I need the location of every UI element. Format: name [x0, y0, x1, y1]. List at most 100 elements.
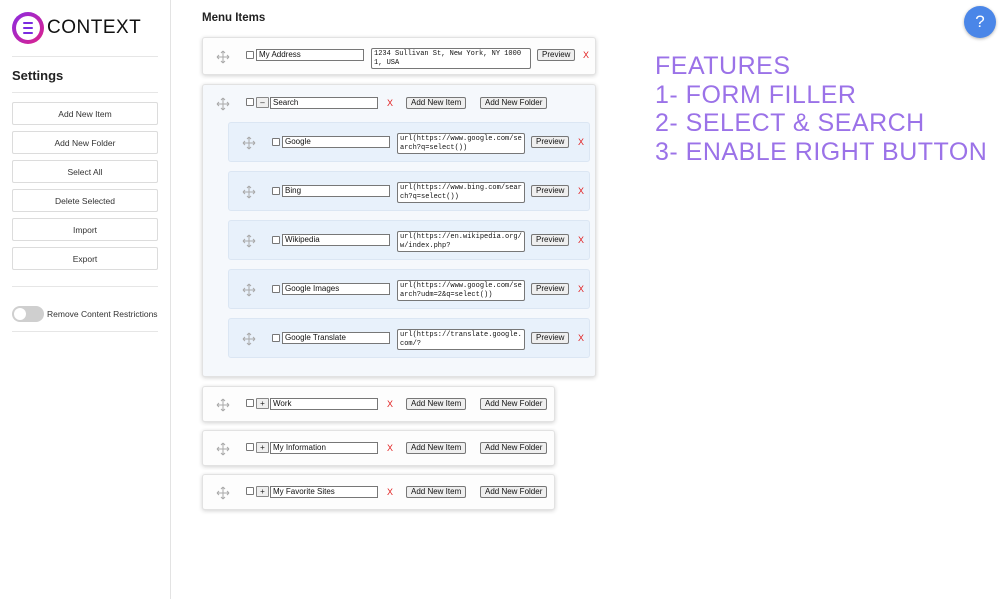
item-name-input[interactable]: Google Images [282, 283, 390, 295]
expand-folder-button[interactable]: + [256, 398, 269, 409]
delete-item-button[interactable]: X [578, 284, 584, 294]
feature-line: 1- FORM FILLER [655, 80, 857, 109]
drag-handle-icon[interactable] [242, 283, 256, 297]
folder-checkbox[interactable] [246, 399, 254, 407]
item-checkbox[interactable] [272, 187, 280, 195]
menu-item-card: Wikipedia url(https://en.wikipedia.org/w… [228, 220, 590, 260]
import-button[interactable]: Import [12, 218, 158, 241]
folder-name-input[interactable]: Work [270, 398, 378, 410]
menu-item-card: Google Translate url(https://translate.g… [228, 318, 590, 358]
add-new-folder-button[interactable]: Add New Folder [480, 442, 548, 454]
folder-checkbox[interactable] [246, 443, 254, 451]
add-new-item-button[interactable]: Add New Item [12, 102, 158, 125]
drag-handle-icon[interactable] [242, 136, 256, 150]
item-value-textarea[interactable]: url(https://en.wikipedia.org/w/index.php… [397, 231, 525, 252]
item-value-textarea[interactable]: url(https://www.google.com/search?q=sele… [397, 133, 525, 154]
expand-folder-button[interactable]: + [256, 486, 269, 497]
add-new-folder-button[interactable]: Add New Folder [12, 131, 158, 154]
item-name-input[interactable]: Google [282, 136, 390, 148]
delete-folder-button[interactable]: X [387, 98, 393, 108]
drag-handle-icon[interactable] [242, 332, 256, 346]
folder-name-input[interactable]: Search [270, 97, 378, 109]
item-name-input[interactable]: Google Translate [282, 332, 390, 344]
item-name-input[interactable]: Wikipedia [282, 234, 390, 246]
preview-button[interactable]: Preview [531, 234, 570, 246]
content-restrictions-row: Remove Content Restrictions [12, 306, 158, 322]
delete-item-button[interactable]: X [578, 235, 584, 245]
drag-handle-icon[interactable] [216, 50, 230, 64]
item-value-textarea[interactable]: url(https://translate.google.com/? [397, 329, 525, 350]
add-new-folder-button[interactable]: Add New Folder [480, 398, 548, 410]
app-logo: CONTEXT [12, 12, 141, 44]
select-all-button[interactable]: Select All [12, 160, 158, 183]
folder-card: – Search X Add New Item Add New Folder G… [202, 84, 596, 377]
folder-name-input[interactable]: My Favorite Sites [270, 486, 378, 498]
delete-folder-button[interactable]: X [387, 399, 393, 409]
collapse-folder-button[interactable]: – [256, 97, 269, 108]
add-new-folder-button[interactable]: Add New Folder [480, 97, 548, 109]
delete-item-button[interactable]: X [578, 333, 584, 343]
drag-handle-icon[interactable] [242, 234, 256, 248]
menu-items-title: Menu Items [202, 12, 266, 24]
menu-item-card: Bing url(https://www.bing.com/search?q=s… [228, 171, 590, 211]
delete-item-button[interactable]: X [578, 137, 584, 147]
feature-line: 3- ENABLE RIGHT BUTTON [655, 138, 988, 167]
expand-folder-button[interactable]: + [256, 442, 269, 453]
question-icon: ? [975, 12, 985, 31]
item-checkbox[interactable] [272, 236, 280, 244]
drag-handle-icon[interactable] [216, 398, 230, 412]
settings-title: Settings [12, 68, 64, 83]
item-checkbox[interactable] [272, 285, 280, 293]
drag-handle-icon[interactable] [216, 97, 230, 111]
drag-handle-icon[interactable] [242, 185, 256, 199]
help-button[interactable]: ? [964, 6, 996, 38]
delete-folder-button[interactable]: X [387, 487, 393, 497]
content-restrictions-label: Remove Content Restrictions [47, 309, 158, 319]
item-value-textarea[interactable]: url(https://www.google.com/search?udm=2&… [397, 280, 525, 301]
menu-item-card: Google Images url(https://www.google.com… [228, 269, 590, 309]
context-logo-icon [12, 12, 44, 44]
preview-button[interactable]: Preview [531, 283, 570, 295]
preview-button[interactable]: Preview [531, 185, 570, 197]
logo-text: CONTEXT [47, 17, 142, 38]
drag-handle-icon[interactable] [216, 486, 230, 500]
delete-item-button[interactable]: X [583, 50, 589, 60]
preview-button[interactable]: Preview [537, 49, 576, 61]
preview-button[interactable]: Preview [531, 332, 570, 344]
features-heading: FEATURES [655, 52, 791, 80]
item-value-textarea[interactable]: 1234 Sullivan St, New York, NY 10001, US… [371, 48, 531, 69]
menu-item-card: Google url(https://www.google.com/search… [228, 122, 590, 162]
divider [12, 331, 158, 332]
content-restrictions-toggle[interactable] [12, 306, 44, 322]
item-checkbox[interactable] [272, 334, 280, 342]
features-promo: FEATURES 1- FORM FILLER 2- SELECT & SEAR… [655, 52, 987, 167]
feature-line: 2- SELECT & SEARCH [655, 109, 925, 138]
item-checkbox[interactable] [272, 138, 280, 146]
preview-button[interactable]: Preview [531, 136, 570, 148]
folder-card: + My Information X Add New Item Add New … [202, 430, 555, 466]
folder-card: + Work X Add New Item Add New Folder [202, 386, 555, 422]
divider [12, 92, 158, 93]
item-checkbox[interactable] [246, 51, 254, 59]
add-new-folder-button[interactable]: Add New Folder [480, 486, 548, 498]
add-new-item-button[interactable]: Add New Item [406, 97, 467, 109]
folder-card: + My Favorite Sites X Add New Item Add N… [202, 474, 555, 510]
add-new-item-button[interactable]: Add New Item [406, 442, 467, 454]
divider [12, 286, 158, 287]
item-name-input[interactable]: Bing [282, 185, 390, 197]
item-name-input[interactable]: My Address [256, 49, 364, 61]
folder-name-input[interactable]: My Information [270, 442, 378, 454]
drag-handle-icon[interactable] [216, 442, 230, 456]
delete-item-button[interactable]: X [578, 186, 584, 196]
export-button[interactable]: Export [12, 247, 158, 270]
folder-checkbox[interactable] [246, 98, 254, 106]
divider [12, 56, 158, 57]
delete-selected-button[interactable]: Delete Selected [12, 189, 158, 212]
add-new-item-button[interactable]: Add New Item [406, 486, 467, 498]
folder-checkbox[interactable] [246, 487, 254, 495]
delete-folder-button[interactable]: X [387, 443, 393, 453]
menu-item-card: My Address 1234 Sullivan St, New York, N… [202, 37, 596, 75]
item-value-textarea[interactable]: url(https://www.bing.com/search?q=select… [397, 182, 525, 203]
add-new-item-button[interactable]: Add New Item [406, 398, 467, 410]
sidebar: CONTEXT Settings Add New Item Add New Fo… [0, 0, 171, 599]
